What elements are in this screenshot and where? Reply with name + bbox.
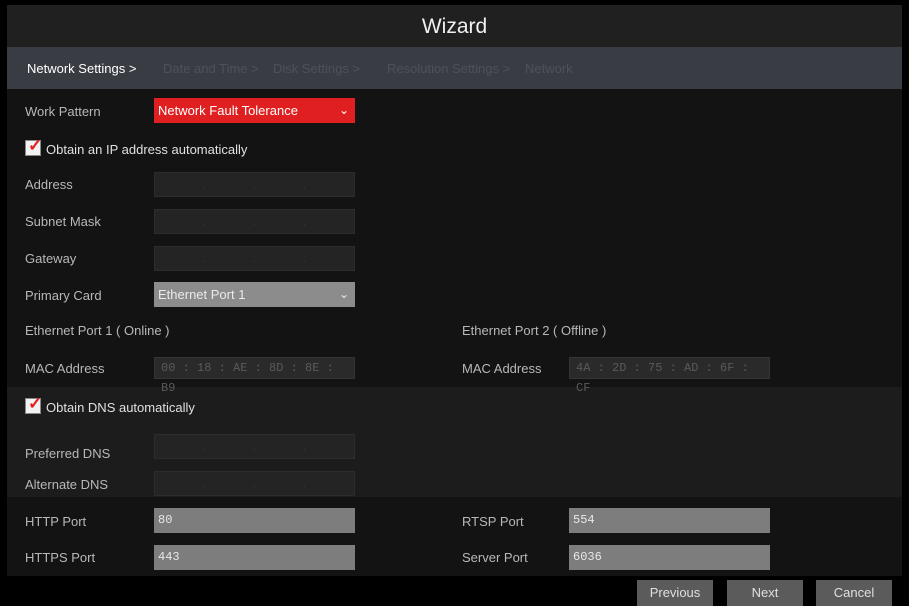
https-port-label: HTTPS Port (25, 550, 96, 565)
ip-separator: . (303, 254, 306, 265)
step-disk-settings[interactable]: Disk Settings > (273, 61, 360, 76)
ethernet-port-1-heading: Ethernet Port 1 ( Online ) (25, 323, 170, 338)
step-network-settings[interactable]: Network Settings > (27, 61, 136, 76)
chevron-down-icon: ⌄ (338, 287, 349, 301)
https-port-input[interactable]: 443 (154, 545, 355, 570)
ip-separator: . (203, 442, 206, 453)
ip-separator: . (253, 217, 256, 228)
preferred-dns-label: Preferred DNS (25, 446, 111, 461)
ethernet-port-2-heading: Ethernet Port 2 ( Offline ) (462, 323, 607, 338)
subnet-mask-label: Subnet Mask (25, 214, 101, 229)
obtain-dns-label: Obtain DNS automatically (46, 400, 195, 415)
alternate-dns-field[interactable]: . . . (154, 471, 355, 496)
step-date-time[interactable]: Date and Time > (163, 61, 259, 76)
http-port-input[interactable]: 80 (154, 508, 355, 533)
obtain-dns-checkbox[interactable]: ✓ (25, 394, 42, 414)
preferred-dns-field[interactable]: . . . (154, 434, 355, 459)
server-port-input[interactable]: 6036 (569, 545, 770, 570)
obtain-ip-checkbox[interactable]: ✓ (25, 136, 42, 156)
step-resolution-settings[interactable]: Resolution Settings > (387, 61, 510, 76)
ip-separator: . (303, 180, 306, 191)
rtsp-port-input[interactable]: 554 (569, 508, 770, 533)
ip-separator: . (253, 254, 256, 265)
work-pattern-value: Network Fault Tolerance (158, 103, 298, 118)
address-label: Address (25, 177, 73, 192)
checkmark-icon: ✓ (28, 136, 43, 155)
port1-mac-field: 00 : 18 : AE : 8D : 8E : B9 (154, 357, 355, 395)
work-pattern-label: Work Pattern (25, 104, 101, 119)
obtain-ip-label: Obtain an IP address automatically (46, 142, 248, 157)
work-pattern-select[interactable]: Network Fault Tolerance ⌄ (154, 98, 355, 123)
ip-separator: . (303, 479, 306, 490)
window-title: Wizard (7, 5, 902, 47)
port2-mac-field: 4A : 2D : 75 : AD : 6F : CF (569, 357, 770, 395)
http-port-label: HTTP Port (25, 514, 87, 529)
cancel-button[interactable]: Cancel (816, 580, 892, 606)
address-field[interactable]: . . . (154, 172, 355, 197)
primary-card-label: Primary Card (25, 288, 102, 303)
primary-card-select[interactable]: Ethernet Port 1 ⌄ (154, 282, 355, 307)
next-button[interactable]: Next (727, 580, 803, 606)
previous-button[interactable]: Previous (637, 580, 713, 606)
ip-separator: . (253, 479, 256, 490)
alternate-dns-label: Alternate DNS (25, 477, 109, 492)
ip-separator: . (203, 180, 206, 191)
chevron-down-icon: ⌄ (338, 103, 349, 117)
ip-separator: . (303, 442, 306, 453)
ip-separator: . (253, 180, 256, 191)
primary-card-value: Ethernet Port 1 (158, 287, 246, 302)
gateway-field[interactable]: . . . (154, 246, 355, 271)
ip-separator: . (203, 217, 206, 228)
checkmark-icon: ✓ (28, 394, 43, 413)
step-network[interactable]: Network (525, 61, 573, 76)
subnet-mask-field[interactable]: . . . (154, 209, 355, 234)
ip-separator: . (253, 442, 256, 453)
wizard-steps: Network Settings > Date and Time > Disk … (7, 47, 902, 89)
server-port-label: Server Port (462, 550, 528, 565)
port1-mac-label: MAC Address (25, 361, 105, 376)
ip-separator: . (203, 254, 206, 265)
port2-mac-label: MAC Address (462, 361, 542, 376)
gateway-label: Gateway (25, 251, 77, 266)
rtsp-port-label: RTSP Port (462, 514, 524, 529)
ip-separator: . (203, 479, 206, 490)
ip-separator: . (303, 217, 306, 228)
